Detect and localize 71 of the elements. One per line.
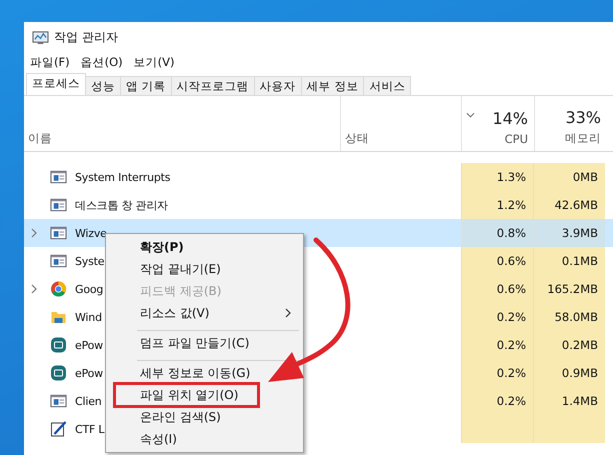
expand-chevron-icon[interactable] (31, 228, 37, 238)
column-header[interactable]: 14% CPU (461, 96, 534, 151)
tab[interactable]: 서비스 (363, 76, 412, 95)
browser-icon (50, 281, 67, 297)
tab[interactable]: 시작프로그램 (170, 76, 255, 95)
window-icon (50, 253, 67, 269)
tab[interactable]: 사용자 (254, 76, 302, 95)
memory-value: 42.6MB (554, 198, 598, 212)
process-name: Wizve (75, 226, 107, 240)
process-name: ePow (75, 338, 103, 352)
menu-item[interactable]: 옵션(O) (80, 54, 123, 70)
memory-value: 3.9MB (562, 226, 598, 240)
process-row[interactable]: System Interrupts 1.3% 0MB (24, 163, 613, 191)
cpu-value: 0.2% (496, 310, 526, 324)
tab[interactable]: 프로세스 (26, 73, 86, 95)
tab[interactable]: 세부 정보 (300, 76, 364, 95)
context-menu-item[interactable]: 세부 정보로 이동(G) (106, 362, 303, 384)
column-header[interactable]: 이름 (24, 96, 340, 151)
expand-chevron-icon[interactable] (31, 284, 37, 294)
column-header[interactable]: 33% 메모리 (534, 96, 607, 151)
cpu-value: 0.6% (496, 282, 526, 296)
cpu-value: 0.2% (496, 338, 526, 352)
process-name: Clien (75, 394, 102, 408)
process-name: Goog (75, 282, 104, 296)
sort-chevron-icon (466, 112, 475, 118)
column-total: 14% (492, 109, 528, 128)
process-name: System Interrupts (75, 170, 170, 184)
window-icon (50, 225, 67, 241)
cpu-value: 0.6% (496, 254, 526, 268)
window-title: 작업 관리자 (54, 28, 118, 46)
window-icon (50, 197, 67, 213)
pen-icon (50, 421, 67, 437)
column-label: CPU (504, 132, 528, 146)
process-name: Syste (75, 254, 104, 268)
context-menu-item[interactable]: 온라인 검색(S) (106, 406, 303, 428)
memory-value: 1.4MB (562, 394, 598, 408)
cpu-value: 1.3% (496, 170, 526, 184)
column-label: 메모리 (565, 131, 601, 146)
column-total: 33% (565, 108, 601, 127)
process-row[interactable]: 데스크톱 창 관리자 1.2% 42.6MB (24, 191, 613, 219)
memory-value: 165.2MB (547, 282, 598, 296)
process-name: CTF L (75, 422, 104, 436)
cpu-value: 0.2% (496, 394, 526, 408)
memory-value: 0MB (572, 170, 598, 184)
memory-value: 0.9MB (562, 366, 598, 380)
process-name: 데스크톱 창 관리자 (75, 198, 168, 212)
column-label: 상태 (345, 131, 370, 146)
context-menu-item[interactable]: 파일 위치 열기(O) (113, 382, 260, 408)
window-icon (50, 169, 67, 185)
cpu-value: 0.8% (496, 226, 526, 240)
cpu-value: 0.2% (496, 366, 526, 380)
memory-value: 0.2MB (562, 338, 598, 352)
folder-icon (50, 309, 67, 325)
cpu-value: 1.2% (496, 198, 526, 212)
tab[interactable]: 성능 (85, 76, 121, 95)
column-header[interactable]: 상태 (340, 96, 461, 151)
task-manager-icon (32, 30, 49, 44)
process-name: ePow (75, 366, 103, 380)
app-icon (50, 365, 67, 381)
process-name: Wind (75, 310, 102, 324)
context-menu-item[interactable]: 속성(I) (106, 428, 303, 450)
window-icon (50, 393, 67, 409)
context-menu-item[interactable]: 작업 끝내기(E) (106, 258, 303, 280)
submenu-chevron-icon (285, 308, 291, 318)
app-icon (50, 337, 67, 353)
menu-item[interactable]: 보기(V) (134, 54, 174, 70)
memory-value: 58.0MB (554, 310, 598, 324)
memory-value: 0.1MB (562, 254, 598, 268)
menu-item[interactable]: 파일(F) (30, 54, 70, 70)
tab[interactable]: 앱 기록 (120, 76, 172, 95)
column-label: 이름 (28, 131, 53, 146)
